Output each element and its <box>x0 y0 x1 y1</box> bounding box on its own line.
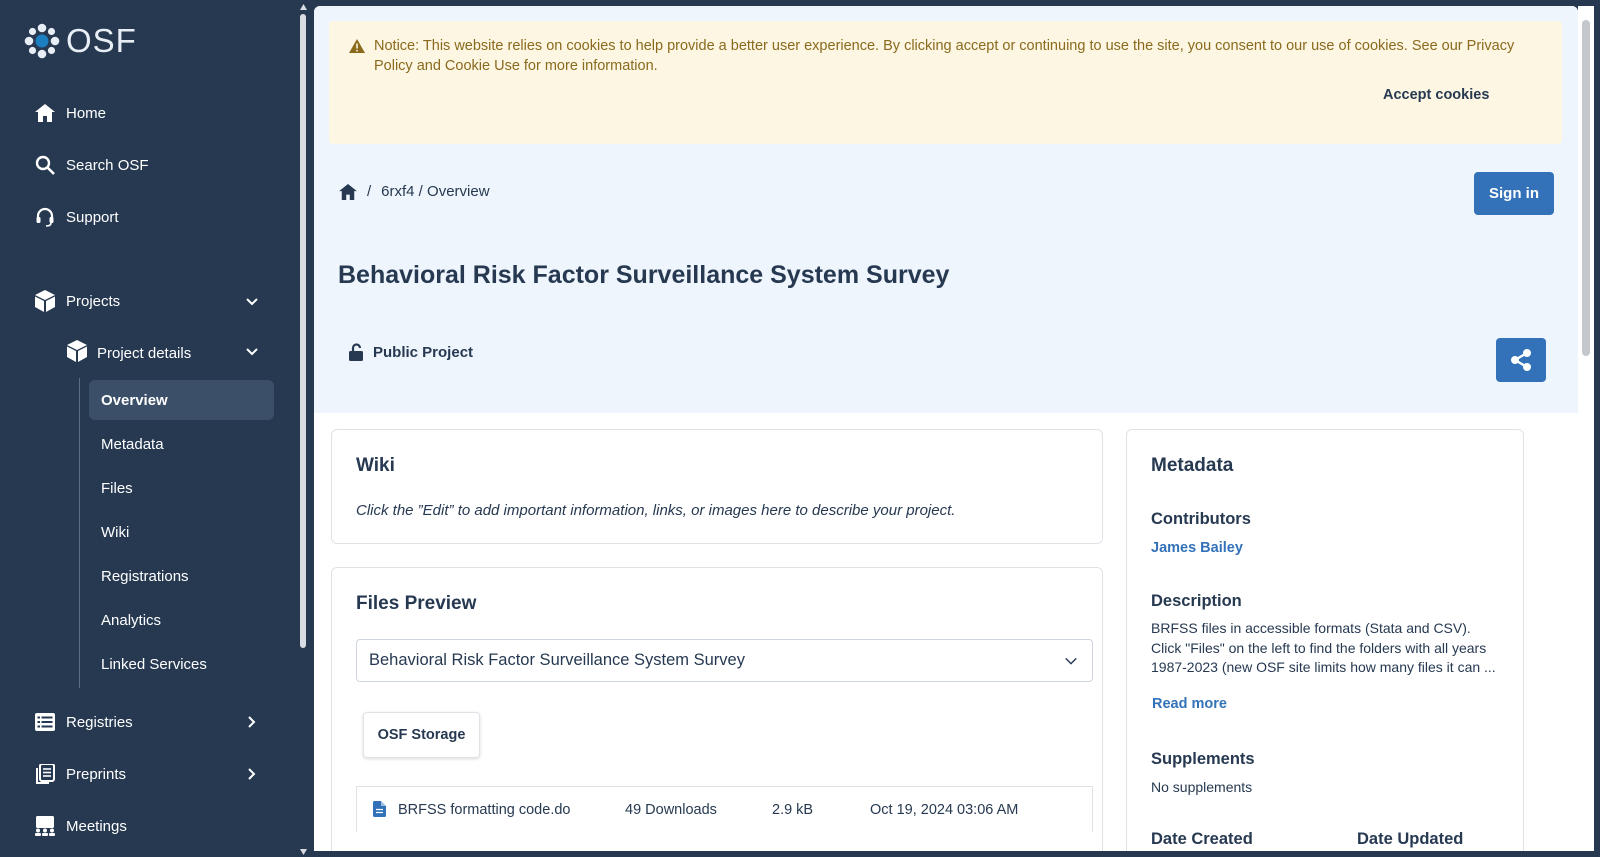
project-details-label: Project details <box>97 344 192 362</box>
home-icon <box>34 102 56 124</box>
wiki-title: Wiki <box>356 455 395 476</box>
nav-registries[interactable]: Registries <box>34 711 133 733</box>
sign-in-button[interactable]: Sign in <box>1474 172 1554 215</box>
visibility-status: Public Project <box>349 343 473 361</box>
cookie-notice-text: Notice: This website relies on cookies t… <box>374 38 1515 74</box>
nav-search[interactable]: Search OSF <box>34 154 149 176</box>
scroll-up-arrow-icon[interactable] <box>300 4 307 10</box>
file-date: Oct 19, 2024 03:06 AM <box>870 801 1019 818</box>
nav-projects[interactable]: Projects <box>34 290 120 312</box>
subnav-registrations[interactable]: Registrations <box>89 556 274 596</box>
chevron-right-icon[interactable] <box>244 766 260 782</box>
subnav-divider <box>79 378 80 688</box>
wiki-empty-text: Click the ”Edit” to add important inform… <box>356 502 956 519</box>
share-icon <box>1511 349 1531 371</box>
headset-icon <box>34 206 56 228</box>
breadcrumb-path[interactable]: 6rxf4 / Overview <box>381 183 489 200</box>
file-name[interactable]: BRFSS formatting code.do <box>398 802 570 818</box>
nav-meetings[interactable]: Meetings <box>34 815 127 837</box>
accept-cookies-button[interactable]: Accept cookies <box>1383 87 1489 103</box>
date-updated-heading: Date Updated <box>1357 830 1464 848</box>
nav-preprints-label: Preprints <box>66 765 127 783</box>
chevron-down-icon <box>1065 657 1077 665</box>
warning-icon <box>349 39 365 53</box>
nav-home-label: Home <box>66 104 107 122</box>
file-downloads: 49 Downloads <box>625 801 717 818</box>
scroll-down-arrow-icon[interactable] <box>300 849 307 855</box>
preprints-icon <box>34 763 56 785</box>
files-preview-card: Files Preview Behavioral Risk Factor Sur… <box>331 567 1103 851</box>
page-title: Behavioral Risk Factor Surveillance Syst… <box>338 261 950 289</box>
unlock-icon <box>349 343 363 361</box>
logo-text: OSF <box>66 22 137 59</box>
cube-icon <box>67 340 87 366</box>
osf-logo[interactable]: OSF <box>24 22 137 60</box>
contributor-link[interactable]: James Bailey <box>1151 540 1243 556</box>
subnav-analytics[interactable]: Analytics <box>89 600 274 640</box>
nav-support[interactable]: Support <box>34 206 119 228</box>
chevron-down-icon[interactable] <box>244 344 260 360</box>
meetings-icon <box>34 815 56 837</box>
chevron-down-icon[interactable] <box>244 294 260 310</box>
date-created-heading: Date Created <box>1151 830 1253 848</box>
osf-storage-button[interactable]: OSF Storage <box>363 712 480 758</box>
visibility-label: Public Project <box>373 343 474 361</box>
metadata-title: Metadata <box>1151 455 1234 476</box>
subnav-files[interactable]: Files <box>89 468 274 508</box>
metadata-card: Metadata Contributors James Bailey Descr… <box>1126 429 1524 851</box>
nav-registries-label: Registries <box>66 713 133 731</box>
subnav-metadata[interactable]: Metadata <box>89 424 274 464</box>
supplements-value: No supplements <box>1151 779 1253 795</box>
chevron-right-icon[interactable] <box>244 714 260 730</box>
nav-support-label: Support <box>66 208 119 226</box>
osf-logo-icon <box>24 23 60 59</box>
nav-search-label: Search OSF <box>66 156 149 174</box>
sidebar: OSF Home Search OSF Support Projects Pro… <box>0 0 300 857</box>
nav-preprints[interactable]: Preprints <box>34 763 126 785</box>
read-more-link[interactable]: Read more <box>1152 696 1227 712</box>
sidebar-scrollbar-thumb[interactable] <box>300 14 306 648</box>
search-icon <box>34 154 56 176</box>
main-scrollbar-thumb[interactable] <box>1582 20 1590 356</box>
supplements-heading: Supplements <box>1151 750 1255 768</box>
subnav-wiki[interactable]: Wiki <box>89 512 274 552</box>
main-content: Notice: This website relies on cookies t… <box>314 6 1578 851</box>
file-row[interactable]: BRFSS formatting code.do 49 Downloads 2.… <box>356 786 1093 832</box>
file-size: 2.9 kB <box>772 801 814 818</box>
component-select-value: Behavioral Risk Factor Surveillance Syst… <box>369 651 745 669</box>
share-button[interactable] <box>1496 338 1546 382</box>
description-heading: Description <box>1151 592 1242 610</box>
home-icon[interactable] <box>339 183 357 200</box>
cube-icon <box>34 290 56 312</box>
breadcrumb-separator: / <box>367 183 372 200</box>
project-header: Notice: This website relies on cookies t… <box>314 6 1578 413</box>
subnav-overview[interactable]: Overview <box>89 380 274 420</box>
breadcrumb: / 6rxf4 / Overview <box>339 183 490 200</box>
nav-project-details[interactable]: Project details <box>67 340 191 366</box>
files-preview-title: Files Preview <box>356 593 477 614</box>
component-select[interactable]: Behavioral Risk Factor Surveillance Syst… <box>356 639 1093 682</box>
nav-projects-label: Projects <box>66 292 121 310</box>
subnav-linked-services[interactable]: Linked Services <box>89 644 274 684</box>
nav-meetings-label: Meetings <box>66 817 127 835</box>
description-text: BRFSS files in accessible formats (Stata… <box>1151 620 1496 675</box>
file-icon <box>373 801 386 817</box>
nav-home[interactable]: Home <box>34 102 106 124</box>
contributors-heading: Contributors <box>1151 510 1251 528</box>
registries-icon <box>34 711 56 733</box>
wiki-card: Wiki Click the ”Edit” to add important i… <box>331 429 1103 544</box>
cookie-notice: Notice: This website relies on cookies t… <box>329 21 1562 144</box>
